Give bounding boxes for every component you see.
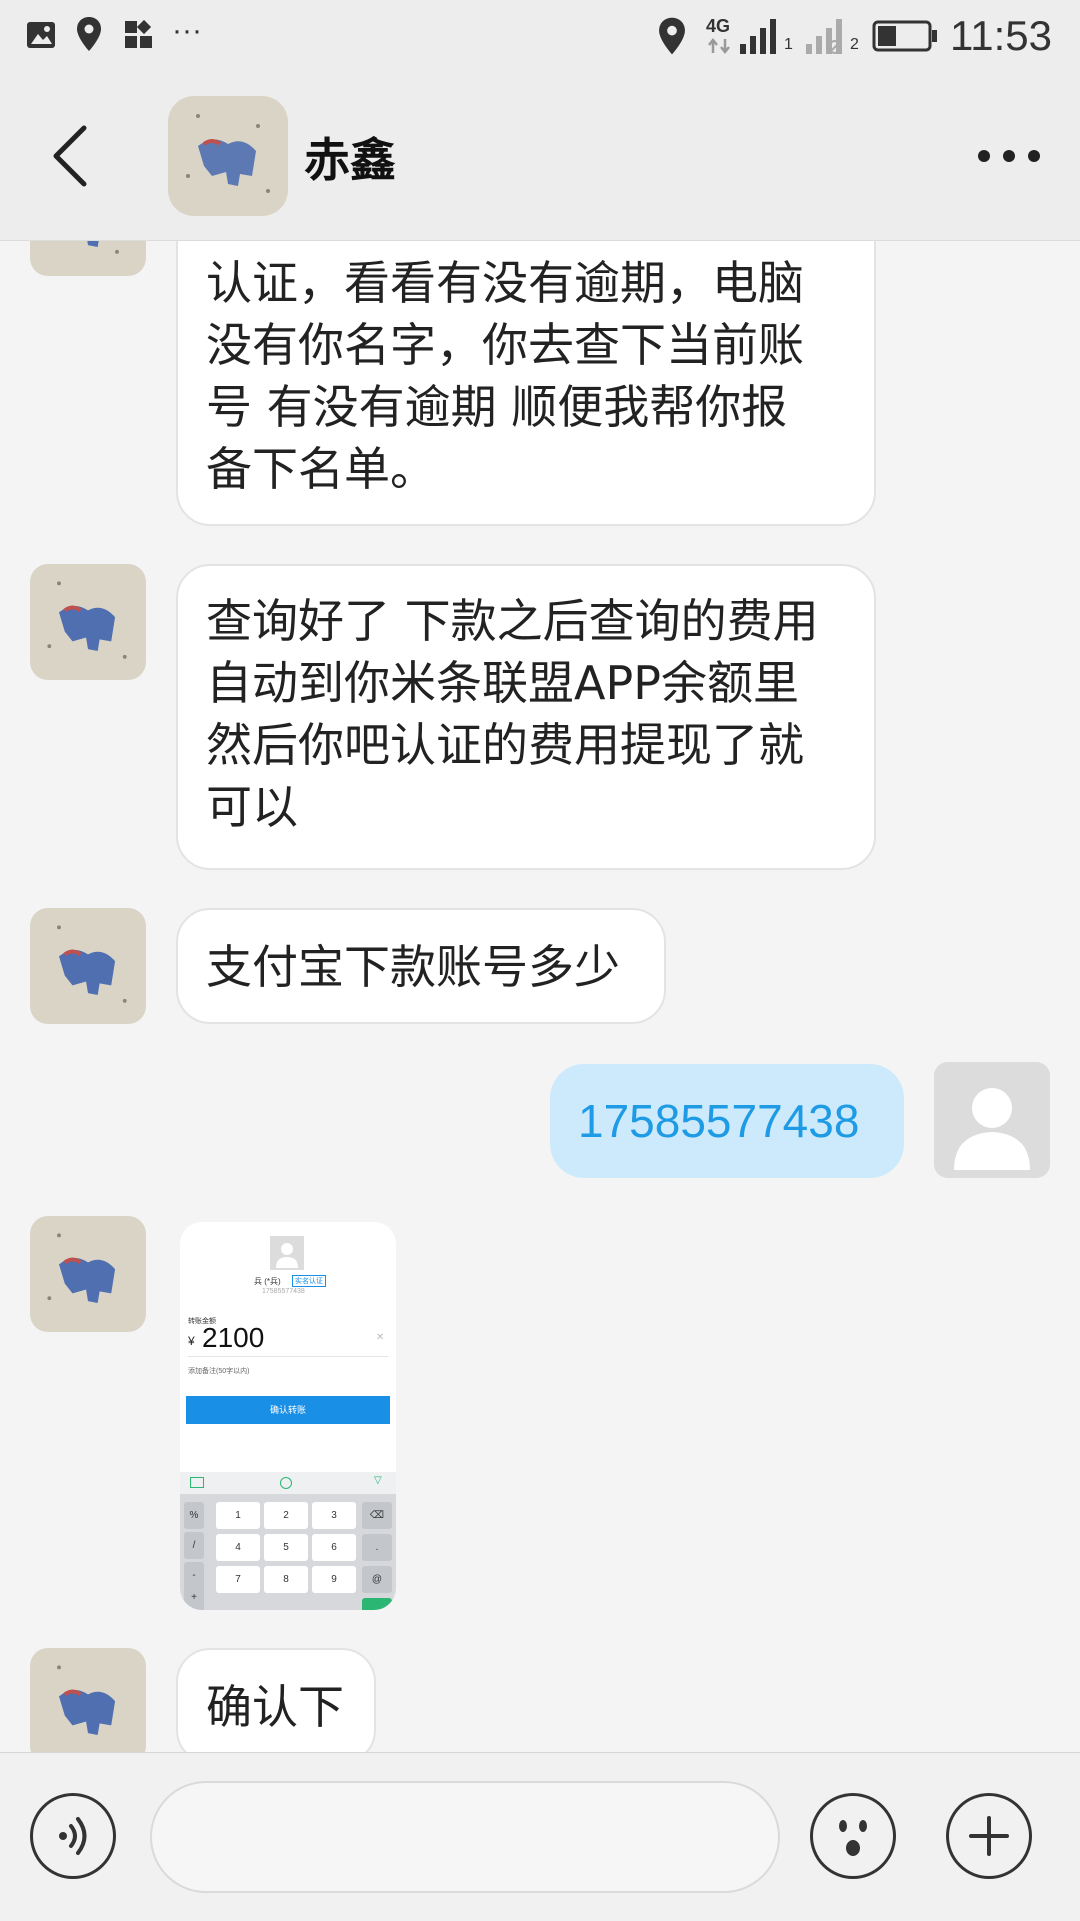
contact-avatar[interactable] <box>30 1648 146 1752</box>
message-line: 自动到你米条联盟APP余额里 <box>206 656 799 710</box>
side-key: / <box>184 1532 204 1559</box>
verified-tag: 实名认证 <box>292 1275 326 1287</box>
number-key: 5 <box>264 1534 308 1561</box>
keyboard-toolbar: ▽ <box>180 1472 396 1494</box>
note-placeholder: 添加备注(50字以内) <box>188 1368 250 1375</box>
message-bubble[interactable]: 认证，看看有没有逾期，电脑 没有你名字，你去查下当前账 号 有没有逾期 顺便我帮… <box>176 240 876 526</box>
symbol-key: . <box>362 1534 392 1561</box>
message-line: 支付宝下款账号多少 <box>206 940 620 994</box>
apps-icon <box>125 20 152 48</box>
signal-sim1-icon <box>740 19 776 54</box>
message-line: 号 有没有逾期 顺便我帮你报 <box>206 380 788 434</box>
emoji-icon <box>280 1477 292 1489</box>
location-icon <box>77 17 101 51</box>
confirm-transfer-button: 确认转账 <box>186 1396 390 1424</box>
message-line: 可以 <box>206 780 298 834</box>
ok-key <box>362 1598 392 1610</box>
message-line: 然后你吧认证的费用提现了就 <box>206 718 804 772</box>
contact-avatar[interactable] <box>30 564 146 680</box>
network-type: 4G <box>706 16 731 36</box>
data-arrows-icon <box>708 38 730 54</box>
chat-title: 赤鑫 <box>304 133 396 187</box>
contact-avatar[interactable] <box>30 908 146 1024</box>
more-dots-icon[interactable] <box>974 144 1044 168</box>
recipient-phone: 175855774​38 <box>262 1288 305 1295</box>
plus-button[interactable] <box>946 1793 1032 1879</box>
message-line: 确认下 <box>206 1680 344 1734</box>
contact-avatar[interactable] <box>30 1216 146 1332</box>
message-line: 备下名单。 <box>206 442 436 496</box>
voice-icon <box>59 1817 87 1855</box>
number-key: 9 <box>312 1566 356 1593</box>
symbol-key: @ <box>362 1566 392 1593</box>
message-line: 没有你名字，你去查下当前账 <box>206 318 804 372</box>
message-bubble[interactable]: 确认下 <box>176 1648 376 1752</box>
side-key: + <box>184 1584 204 1610</box>
number-key: 7 <box>216 1566 260 1593</box>
number-key: 6 <box>312 1534 356 1561</box>
status-bar: ··· 4G 1 2 11:53 <box>0 0 1080 72</box>
divider <box>188 1356 388 1357</box>
message-line: 认证，看看有没有逾期，电脑 <box>206 256 804 310</box>
side-key: % <box>184 1502 204 1529</box>
user-icon <box>270 1236 304 1270</box>
message-line: 17585577438 <box>578 1095 860 1147</box>
message-list[interactable]: 认证，看看有没有逾期，电脑 没有你名字，你去查下当前账 号 有没有逾期 顺便我帮… <box>0 240 1080 1752</box>
recipient-name: 兵 (*兵) <box>254 1277 281 1286</box>
clock: 11:53 <box>950 12 1052 59</box>
my-avatar[interactable] <box>934 1062 1050 1178</box>
message-input[interactable] <box>150 1781 780 1893</box>
image-message[interactable]: 兵 (*兵) 实名认证 175855774​38 转账金额 ¥ 2100 ✕ 添… <box>180 1222 396 1610</box>
number-key: 2 <box>264 1502 308 1529</box>
number-key: 8 <box>264 1566 308 1593</box>
signal-sim2-icon <box>806 19 842 54</box>
number-key: 3 <box>312 1502 356 1529</box>
message-line: 查询好了 下款之后查询的费用 <box>206 594 819 648</box>
more-notifications: ··· <box>172 14 202 47</box>
keyboard: ▽ % / - + 1 2 3 4 5 6 7 8 9 ⌫ . @ <box>180 1472 396 1610</box>
contact-avatar[interactable] <box>168 96 288 216</box>
currency-symbol: ¥ <box>188 1334 195 1348</box>
backspace-key: ⌫ <box>362 1502 392 1529</box>
number-key: 1 <box>216 1502 260 1529</box>
collapse-icon: ▽ <box>374 1475 382 1486</box>
contact-avatar[interactable] <box>30 240 146 276</box>
chat-header: 赤鑫 <box>0 72 1080 241</box>
voice-button[interactable] <box>30 1793 116 1879</box>
sim2-label: 2 <box>850 36 859 53</box>
keyboard-icon <box>190 1477 204 1488</box>
chevron-left-icon[interactable] <box>40 118 100 194</box>
amount-value: 2100 <box>202 1322 265 1353</box>
battery-icon <box>872 20 937 52</box>
message-bubble[interactable]: 支付宝下款账号多少 <box>176 908 666 1024</box>
my-message-bubble[interactable]: 17585577438 <box>550 1064 904 1178</box>
message-bubble[interactable]: 查询好了 下款之后查询的费用 自动到你米条联盟APP余额里 然后你吧认证的费用提… <box>176 564 876 870</box>
emoji-icon <box>839 1820 867 1856</box>
number-key: 4 <box>216 1534 260 1561</box>
plus-icon <box>969 1816 1009 1856</box>
location-icon <box>659 17 685 55</box>
input-bar <box>0 1752 1080 1921</box>
clear-icon: ✕ <box>376 1332 385 1343</box>
gallery-icon <box>27 22 55 48</box>
emoji-button[interactable] <box>810 1793 896 1879</box>
sim1-label: 1 <box>784 36 793 53</box>
